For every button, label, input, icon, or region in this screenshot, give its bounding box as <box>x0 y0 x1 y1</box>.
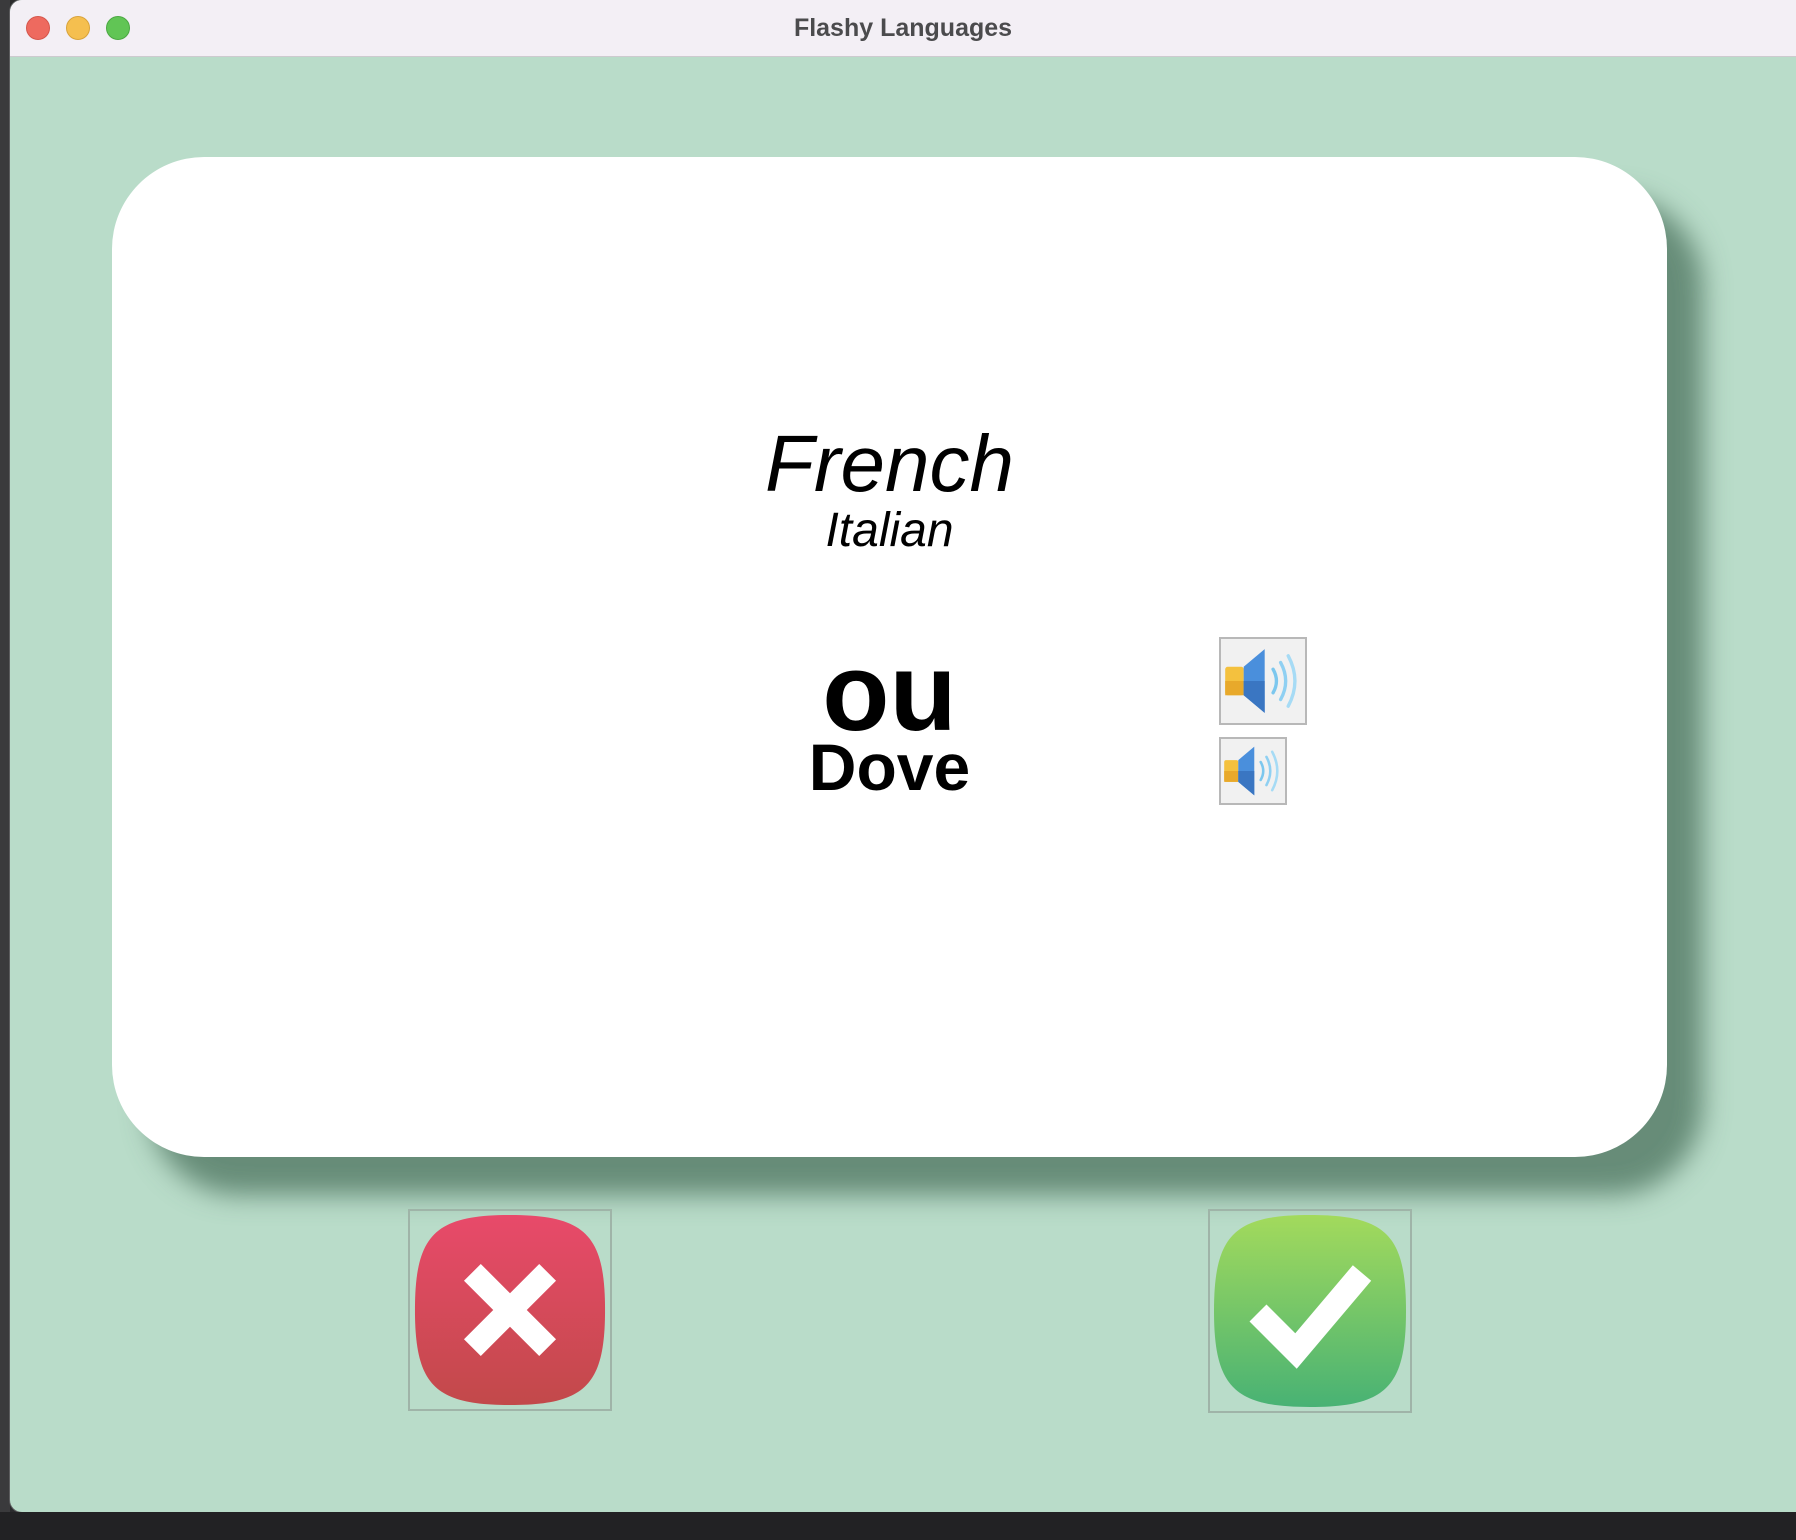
flash-card: French Italian ou Dove <box>112 157 1667 1157</box>
wrong-button[interactable] <box>408 1209 612 1411</box>
cross-icon <box>414 1214 606 1406</box>
window-title: Flashy Languages <box>793 14 1013 42</box>
check-icon <box>1214 1215 1406 1407</box>
speaker-icon <box>1224 746 1279 796</box>
play-target-audio-button[interactable] <box>1219 737 1287 805</box>
app-window: Flashy Languages French Italian ou Dove <box>10 0 1796 1512</box>
title-bar: Flashy Languages <box>10 0 1796 57</box>
desktop-taskbar <box>0 1512 1796 1540</box>
target-language-label: Italian <box>825 504 954 557</box>
desktop-edge <box>0 0 10 1540</box>
source-language-label: French <box>765 419 1014 508</box>
speaker-icon <box>1225 649 1297 713</box>
right-button[interactable] <box>1208 1209 1412 1413</box>
target-word: Dove <box>808 730 971 804</box>
play-source-audio-button[interactable] <box>1219 637 1307 725</box>
